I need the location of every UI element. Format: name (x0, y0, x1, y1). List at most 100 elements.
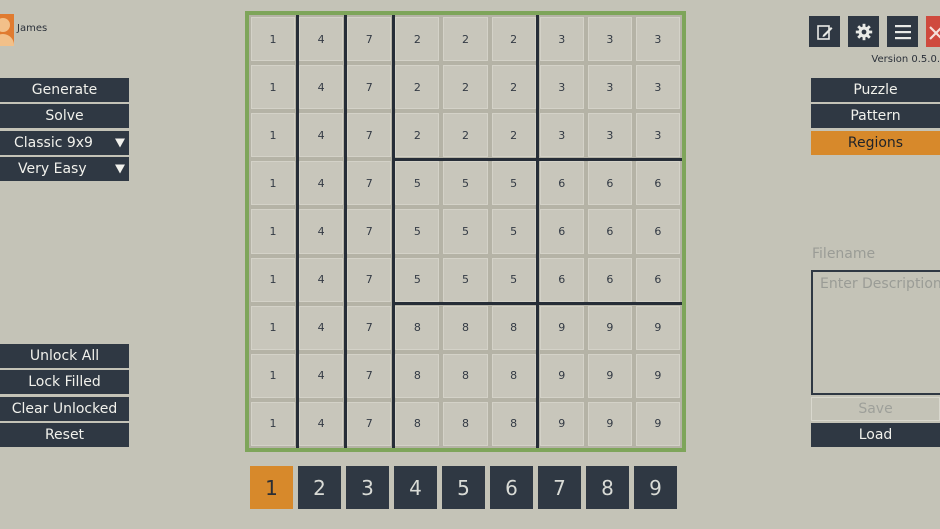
grid-cell[interactable]: 7 (347, 353, 392, 398)
grid-cell[interactable]: 4 (299, 65, 344, 110)
grid-cell[interactable]: 7 (347, 113, 392, 158)
grid-cell[interactable]: 6 (635, 161, 680, 206)
grid-cell[interactable]: 1 (251, 161, 296, 206)
grid-cell[interactable]: 4 (299, 353, 344, 398)
grid-cell[interactable]: 2 (395, 65, 440, 110)
grid-cell[interactable]: 5 (491, 161, 536, 206)
grid-cell[interactable]: 8 (443, 353, 488, 398)
grid-cell[interactable]: 3 (587, 17, 632, 62)
menu-button[interactable] (887, 16, 918, 47)
number-button-5[interactable]: 5 (442, 466, 485, 509)
number-button-6[interactable]: 6 (490, 466, 533, 509)
edit-button[interactable] (809, 16, 840, 47)
grid-cell[interactable]: 7 (347, 209, 392, 254)
grid-cell[interactable]: 1 (251, 257, 296, 302)
grid-cell[interactable]: 7 (347, 305, 392, 350)
grid-cell[interactable]: 3 (635, 65, 680, 110)
solve-button[interactable]: Solve (0, 104, 129, 128)
grid-cell[interactable]: 7 (347, 65, 392, 110)
number-button-2[interactable]: 2 (298, 466, 341, 509)
grid-cell[interactable]: 7 (347, 17, 392, 62)
grid-cell[interactable]: 3 (635, 113, 680, 158)
grid-cell[interactable]: 6 (635, 257, 680, 302)
grid-cell[interactable]: 3 (587, 65, 632, 110)
grid-cell[interactable]: 7 (347, 161, 392, 206)
grid-cell[interactable]: 9 (539, 305, 584, 350)
grid-cell[interactable]: 6 (539, 161, 584, 206)
grid-cell[interactable]: 4 (299, 305, 344, 350)
grid-cell[interactable]: 6 (587, 257, 632, 302)
lock-filled-button[interactable]: Lock Filled (0, 370, 129, 394)
number-button-9[interactable]: 9 (634, 466, 677, 509)
number-button-4[interactable]: 4 (394, 466, 437, 509)
grid-cell[interactable]: 9 (635, 401, 680, 446)
grid-cell[interactable]: 9 (539, 353, 584, 398)
grid-cell[interactable]: 3 (635, 17, 680, 62)
grid-cell[interactable]: 6 (587, 161, 632, 206)
description-input[interactable] (811, 270, 940, 395)
load-button[interactable]: Load (811, 423, 940, 447)
number-button-8[interactable]: 8 (586, 466, 629, 509)
grid-cell[interactable]: 4 (299, 209, 344, 254)
grid-cell[interactable]: 6 (587, 209, 632, 254)
grid-cell[interactable]: 1 (251, 401, 296, 446)
grid-cell[interactable]: 9 (635, 353, 680, 398)
grid-cell[interactable]: 2 (491, 65, 536, 110)
grid-cell[interactable]: 4 (299, 113, 344, 158)
settings-button[interactable] (848, 16, 879, 47)
grid-cell[interactable]: 5 (491, 257, 536, 302)
grid-cell[interactable]: 1 (251, 209, 296, 254)
grid-cell[interactable]: 3 (539, 65, 584, 110)
grid-cell[interactable]: 5 (395, 161, 440, 206)
grid-cell[interactable]: 2 (443, 17, 488, 62)
grid-cell[interactable]: 4 (299, 17, 344, 62)
grid-cell[interactable]: 1 (251, 353, 296, 398)
tab-pattern[interactable]: Pattern (811, 104, 940, 128)
grid-cell[interactable]: 8 (491, 401, 536, 446)
grid-cell[interactable]: 9 (587, 401, 632, 446)
grid-cell[interactable]: 2 (395, 113, 440, 158)
grid-cell[interactable]: 6 (539, 257, 584, 302)
grid-cell[interactable]: 8 (395, 401, 440, 446)
number-button-7[interactable]: 7 (538, 466, 581, 509)
grid-cell[interactable]: 5 (443, 257, 488, 302)
grid-cell[interactable]: 7 (347, 257, 392, 302)
grid-cell[interactable]: 2 (491, 113, 536, 158)
grid-cell[interactable]: 3 (587, 113, 632, 158)
grid-cell[interactable]: 8 (395, 305, 440, 350)
tab-puzzle[interactable]: Puzzle (811, 78, 940, 102)
grid-cell[interactable]: 8 (443, 305, 488, 350)
grid-cell[interactable]: 3 (539, 113, 584, 158)
grid-cell[interactable]: 2 (443, 113, 488, 158)
grid-cell[interactable]: 7 (347, 401, 392, 446)
grid-cell[interactable]: 9 (587, 353, 632, 398)
grid-cell[interactable]: 4 (299, 257, 344, 302)
grid-cell[interactable]: 8 (491, 305, 536, 350)
grid-cell[interactable]: 1 (251, 65, 296, 110)
grid-cell[interactable]: 8 (491, 353, 536, 398)
number-button-3[interactable]: 3 (346, 466, 389, 509)
grid-cell[interactable]: 4 (299, 161, 344, 206)
close-button[interactable] (926, 16, 940, 47)
clear-unlocked-button[interactable]: Clear Unlocked (0, 397, 129, 421)
generate-button[interactable]: Generate (0, 78, 129, 102)
avatar[interactable] (0, 14, 14, 46)
grid-cell[interactable]: 2 (395, 17, 440, 62)
tab-regions[interactable]: Regions (811, 131, 940, 155)
grid-cell[interactable]: 2 (491, 17, 536, 62)
grid-cell[interactable]: 1 (251, 305, 296, 350)
grid-cell[interactable]: 9 (539, 401, 584, 446)
grid-cell[interactable]: 8 (395, 353, 440, 398)
unlock-all-button[interactable]: Unlock All (0, 344, 129, 368)
grid-cell[interactable]: 8 (443, 401, 488, 446)
grid-cell[interactable]: 4 (299, 401, 344, 446)
grid-cell[interactable]: 1 (251, 113, 296, 158)
grid-cell[interactable]: 5 (395, 209, 440, 254)
grid-cell[interactable]: 9 (635, 305, 680, 350)
grid-cell[interactable]: 2 (443, 65, 488, 110)
grid-cell[interactable]: 5 (443, 209, 488, 254)
grid-cell[interactable]: 5 (443, 161, 488, 206)
grid-cell[interactable]: 9 (587, 305, 632, 350)
grid-cell[interactable]: 3 (539, 17, 584, 62)
number-button-1[interactable]: 1 (250, 466, 293, 509)
